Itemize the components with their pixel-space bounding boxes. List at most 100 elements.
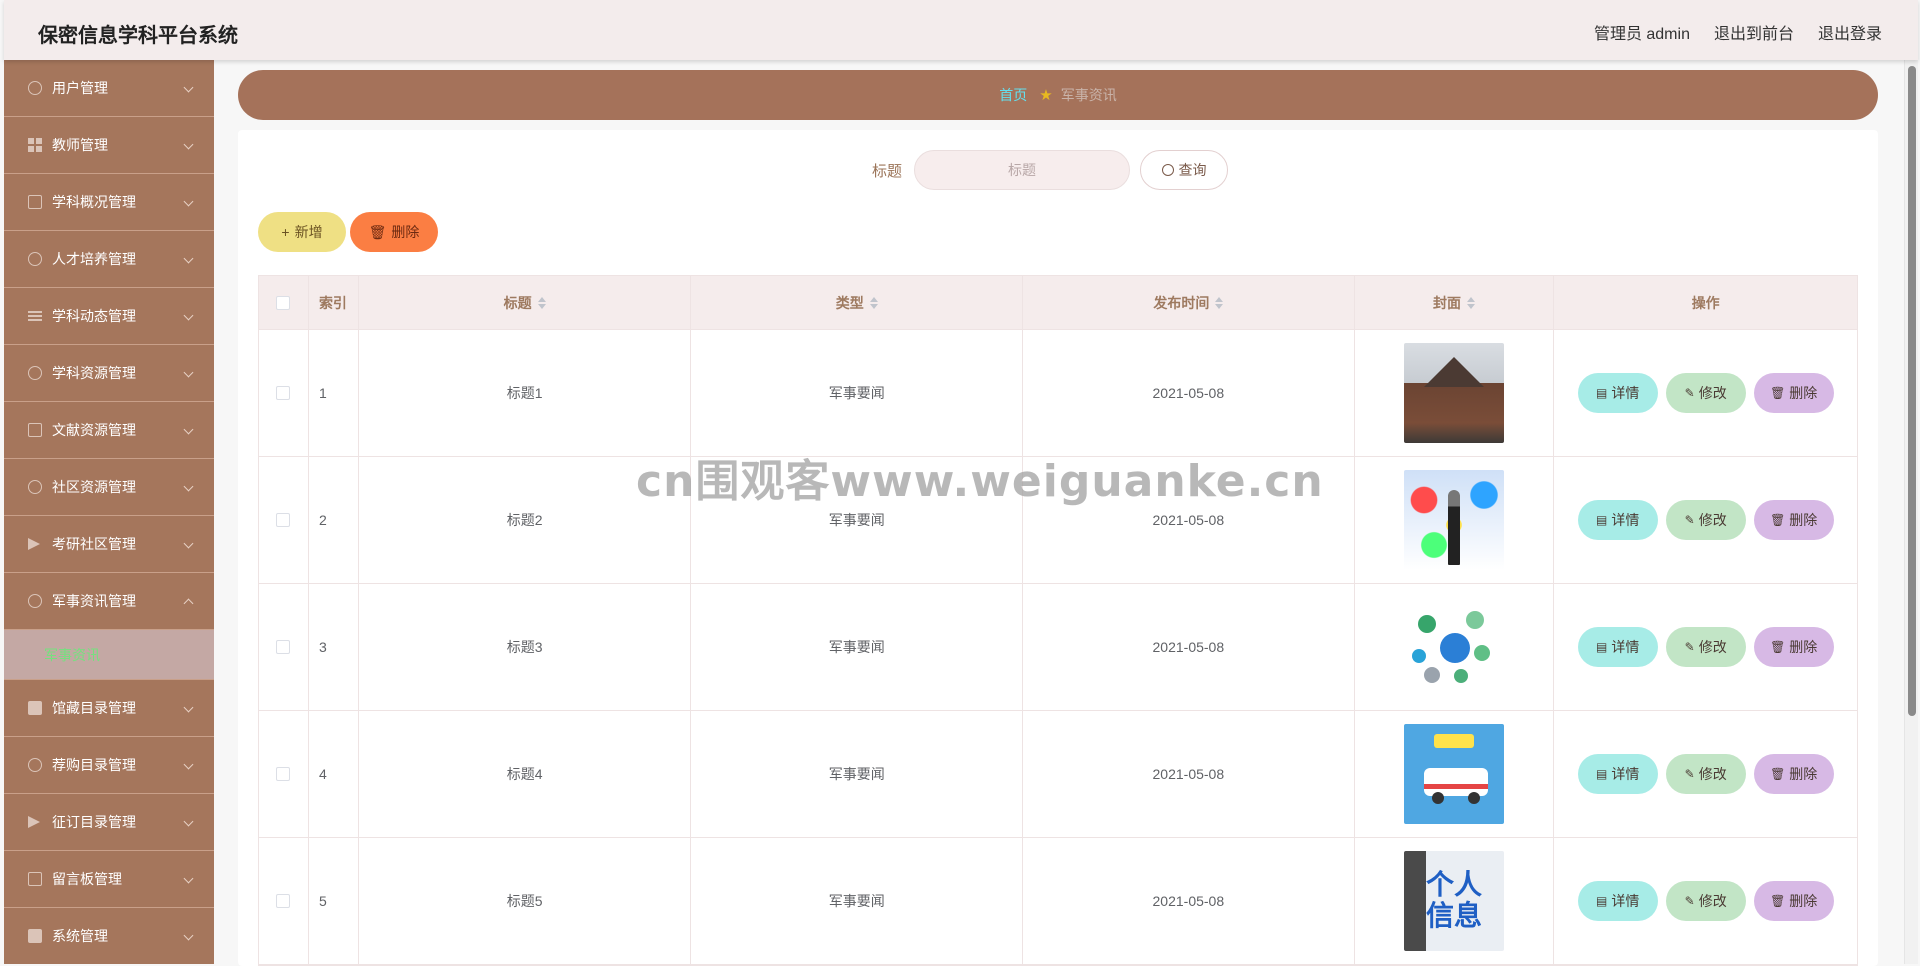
title-search-input[interactable]: 标题 <box>914 150 1131 190</box>
row-checkbox[interactable] <box>276 386 291 400</box>
row-publish-time: 2021-05-08 <box>1023 711 1355 837</box>
row-checkbox[interactable] <box>276 513 291 527</box>
table-row: 4 标题4 军事要闻 2021-05-08 ▤ 详情 ✎ 修改 🗑 删除 <box>259 711 1857 838</box>
row-checkbox[interactable] <box>276 767 291 781</box>
delete-button[interactable]: 🗑 删除 <box>1753 627 1834 667</box>
sidebar-item-collection-catalog[interactable]: 馆藏目录管理 <box>4 680 214 737</box>
delete-label: 删除 <box>1789 639 1818 655</box>
sidebar-item-discipline-resources[interactable]: 学科资源管理 <box>4 345 214 402</box>
sidebar-item-postgrad-community[interactable]: 考研社区管理 <box>4 516 214 573</box>
row-checkbox[interactable] <box>276 640 291 654</box>
edit-button[interactable]: ✎ 修改 <box>1665 881 1746 921</box>
sign-shape <box>1434 734 1474 748</box>
delete-button[interactable]: 🗑 删除 <box>1753 373 1834 413</box>
sort-icon[interactable] <box>1467 296 1475 309</box>
select-all-checkbox[interactable] <box>276 295 291 310</box>
delete-button[interactable]: 🗑 删除 <box>1753 500 1834 540</box>
edit-button[interactable]: ✎ 修改 <box>1665 373 1746 413</box>
row-cover-cell <box>1355 584 1555 710</box>
bubble-shape <box>1454 669 1468 683</box>
star-icon: ★ <box>1039 87 1053 104</box>
sidebar-subitem-military-news[interactable]: 军事资讯 <box>4 630 214 680</box>
roof-shape <box>1424 357 1484 387</box>
edit-button[interactable]: ✎ 修改 <box>1665 500 1746 540</box>
batch-delete-button[interactable]: 🗑 删除 <box>350 212 438 252</box>
delete-button[interactable]: 🗑 删除 <box>1753 881 1834 921</box>
sidebar-item-military-news[interactable]: 军事资讯管理 <box>4 573 214 630</box>
sort-icon[interactable] <box>869 296 878 309</box>
sidebar-item-community-resources[interactable]: 社区资源管理 <box>4 459 214 516</box>
edit-button[interactable]: ✎ 修改 <box>1665 627 1746 667</box>
sidebar-item-label: 考研社区管理 <box>52 536 136 552</box>
chevron-down-icon <box>183 196 194 207</box>
page-scrollbar[interactable] <box>1904 60 1918 964</box>
delete-button-label: 删除 <box>391 224 420 240</box>
row-publish-time: 2021-05-08 <box>1023 584 1355 710</box>
exit-to-front-link[interactable]: 退出到前台 <box>1714 20 1794 44</box>
cover-image-ambulance[interactable] <box>1404 724 1504 824</box>
breadcrumb: 首页 ★ 军事资讯 <box>238 70 1878 120</box>
bubble-shape <box>1412 649 1426 663</box>
document-icon: ▤ <box>1596 513 1608 527</box>
row-checkbox[interactable] <box>276 894 291 908</box>
row-index: 3 <box>309 584 359 710</box>
document-icon: ▤ <box>1596 640 1608 654</box>
sidebar-item-teacher-management[interactable]: 教师管理 <box>4 117 214 174</box>
breadcrumb-home-link[interactable]: 首页 <box>999 85 1027 105</box>
sidebar-item-label: 教师管理 <box>52 137 108 153</box>
app-frame: 保密信息学科平台系统 管理员 admin 退出到前台 退出登录 用户管理 教师管… <box>0 0 1920 966</box>
add-button[interactable]: + 新增 <box>258 212 346 252</box>
bubble-shape <box>1418 615 1436 633</box>
watermark-text: cn围观客www.weiguanke.cn <box>636 456 1324 507</box>
edit-button[interactable]: ✎ 修改 <box>1665 754 1746 794</box>
chevron-down-icon <box>183 759 194 770</box>
row-type: 军事要闻 <box>691 330 1024 456</box>
detail-button[interactable]: ▤ 详情 <box>1577 754 1658 794</box>
sidebar-item-label: 留言板管理 <box>52 871 122 887</box>
sidebar-item-label: 文献资源管理 <box>52 422 136 438</box>
sidebar-item-discipline-overview[interactable]: 学科概况管理 <box>4 174 214 231</box>
sidebar-item-system-management[interactable]: 系统管理 <box>4 908 214 964</box>
row-index: 2 <box>309 457 359 583</box>
sidebar-item-literature-resources[interactable]: 文献资源管理 <box>4 402 214 459</box>
row-operations: ▤ 详情 ✎ 修改 🗑 删除 <box>1554 330 1857 456</box>
detail-button[interactable]: ▤ 详情 <box>1577 373 1658 413</box>
cover-image-pavilion[interactable] <box>1404 343 1504 443</box>
cover-image-personal-info[interactable]: 个人 信息 <box>1404 851 1504 951</box>
sidebar-item-label: 学科动态管理 <box>52 308 136 324</box>
cover-image-network-bubbles[interactable] <box>1404 597 1504 697</box>
chevron-down-icon <box>183 310 194 321</box>
sidebar-item-discipline-news[interactable]: 学科动态管理 <box>4 288 214 345</box>
edit-label: 修改 <box>1698 639 1727 655</box>
scrollbar-thumb[interactable] <box>1908 66 1916 716</box>
row-operations: ▤ 详情 ✎ 修改 🗑 删除 <box>1554 457 1857 583</box>
chevron-down-icon <box>183 424 194 435</box>
sort-icon[interactable] <box>1215 296 1224 309</box>
trash-icon: 🗑 <box>1770 767 1786 781</box>
column-header-title[interactable]: 标题 <box>359 276 692 329</box>
sort-icon[interactable] <box>537 296 546 309</box>
query-button[interactable]: 查询 <box>1140 150 1229 190</box>
column-header-type[interactable]: 类型 <box>691 276 1024 329</box>
globe-icon <box>28 252 42 266</box>
sidebar-item-label: 用户管理 <box>52 80 108 96</box>
delete-button[interactable]: 🗑 删除 <box>1753 754 1834 794</box>
app-title: 保密信息学科平台系统 <box>38 25 238 47</box>
cover-image-microphone[interactable] <box>1404 470 1504 570</box>
document-icon: ▤ <box>1596 386 1608 400</box>
column-header-cover[interactable]: 封面 <box>1355 276 1555 329</box>
sidebar-item-talent-training[interactable]: 人才培养管理 <box>4 231 214 288</box>
detail-button[interactable]: ▤ 详情 <box>1577 627 1658 667</box>
logout-link[interactable]: 退出登录 <box>1818 20 1882 44</box>
sidebar-item-message-board[interactable]: 留言板管理 <box>4 851 214 908</box>
detail-button[interactable]: ▤ 详情 <box>1577 500 1658 540</box>
edit-label: 修改 <box>1698 893 1727 909</box>
sidebar-item-subscription-catalog[interactable]: 征订目录管理 <box>4 794 214 851</box>
column-header-publish-time[interactable]: 发布时间 <box>1023 276 1355 329</box>
column-header-label: 标题 <box>503 294 532 311</box>
sidebar-item-user-management[interactable]: 用户管理 <box>4 60 214 117</box>
detail-button[interactable]: ▤ 详情 <box>1577 881 1658 921</box>
pencil-icon: ✎ <box>1684 386 1695 400</box>
sidebar-item-recommend-catalog[interactable]: 荐购目录管理 <box>4 737 214 794</box>
toolbar: + 新增 🗑 删除 <box>258 212 438 252</box>
